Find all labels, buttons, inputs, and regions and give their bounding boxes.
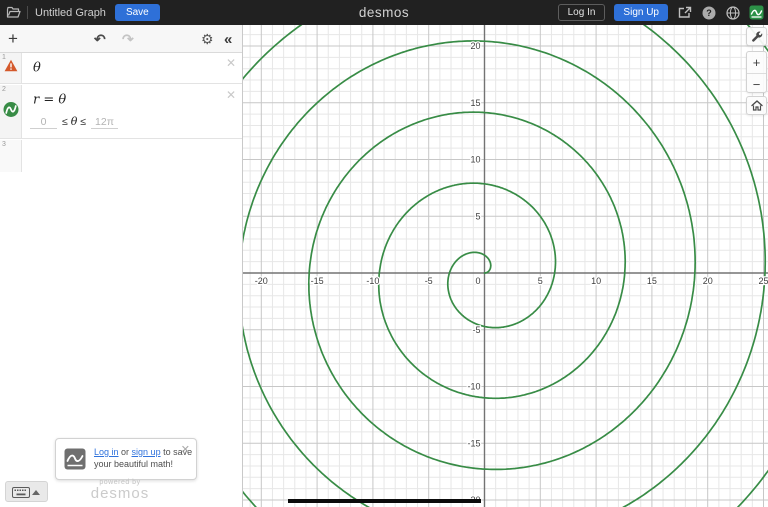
default-zoom-home-button[interactable] [746, 96, 767, 115]
help-icon[interactable]: ? [701, 5, 716, 20]
graph-settings-wrench-button[interactable] [746, 27, 767, 46]
x-axis-label: 25 [758, 276, 768, 286]
domain-relation: ≤ θ ≤ [62, 115, 86, 128]
wrench-icon [751, 31, 762, 42]
open-graph-folder-icon[interactable] [6, 5, 21, 20]
x-axis-label: 15 [647, 276, 657, 286]
y-axis-label: 15 [470, 98, 480, 108]
expression-number: 3 [2, 141, 6, 148]
show-keypad-button[interactable] [5, 481, 48, 502]
polar-domain-editor: 0 ≤ θ ≤ 12π [30, 115, 118, 129]
black-bar [288, 499, 481, 503]
x-axis-label: -5 [425, 276, 433, 286]
keypad-open-triangle-icon [32, 490, 40, 495]
x-axis-label: -15 [311, 276, 324, 286]
x-axis-label: 0 [475, 276, 480, 286]
polar-spiral-curve[interactable] [243, 25, 768, 507]
minor-grid [243, 25, 768, 507]
major-grid [243, 25, 768, 507]
expression-latex[interactable]: r = θ [33, 93, 66, 108]
y-axis-label: 5 [475, 211, 480, 221]
svg-text:?: ? [706, 8, 712, 18]
add-expression-button[interactable]: + [8, 25, 18, 53]
sign-up-button[interactable]: Sign Up [614, 4, 668, 21]
keyboard-icon [12, 487, 30, 498]
zoom-out-button[interactable]: − [747, 73, 766, 94]
expression-gutter-2[interactable]: 2 [0, 85, 22, 138]
login-link[interactable]: Log in [94, 447, 119, 457]
x-axis-label: 10 [591, 276, 601, 286]
y-axis-label: 10 [470, 155, 480, 165]
login-callout: Log in or sign up to save your beautiful… [55, 438, 197, 480]
x-axis-label: -10 [366, 276, 379, 286]
share-icon[interactable] [677, 5, 692, 20]
header-divider [27, 6, 28, 19]
collapse-panel-button[interactable]: « [224, 25, 232, 53]
expression-row-1[interactable]: 1 θ ✕ [0, 53, 242, 84]
y-axis-label: -15 [467, 438, 480, 448]
zoom-controls: + − [746, 51, 767, 93]
top-header-bar: Untitled Graph Save desmos Log In Sign U… [0, 0, 768, 25]
expression-number: 2 [2, 86, 6, 93]
y-axis-label: -5 [472, 325, 480, 335]
x-axis-label: -20 [255, 276, 268, 286]
delete-expression-icon[interactable]: ✕ [226, 57, 236, 69]
expression-gutter-1[interactable]: 1 [0, 53, 22, 83]
x-axis-label: 5 [538, 276, 543, 286]
axes [243, 25, 768, 507]
zoom-in-button[interactable]: + [747, 52, 766, 73]
delete-expression-icon[interactable]: ✕ [226, 89, 236, 101]
graph-paper: -20-15-10-505101520252015105-5-10-15-20 … [243, 25, 768, 507]
graph-canvas[interactable]: -20-15-10-505101520252015105-5-10-15-20 [243, 25, 768, 507]
graph-title: Untitled Graph [35, 6, 106, 19]
home-icon [750, 100, 763, 111]
undo-button[interactable]: ↶ [94, 25, 106, 53]
domain-min-input[interactable]: 0 [30, 116, 57, 129]
powered-by-brand: desmos [90, 485, 150, 502]
desmos-wordmark: desmos [358, 5, 410, 20]
language-globe-icon[interactable] [725, 5, 740, 20]
close-callout-icon[interactable]: ✕ [181, 443, 190, 456]
log-in-button[interactable]: Log In [557, 4, 606, 21]
expression-panel: + ↶ ↷ ⚙ « 1 θ ✕ 2 r = θ 0 ≤ θ ≤ 12π ✕ 3 … [0, 25, 243, 507]
domain-max-input[interactable]: 12π [91, 116, 118, 129]
login-callout-text: Log in or sign up to save your beautiful… [94, 447, 193, 469]
expression-toolbar: + ↶ ↷ ⚙ « [0, 25, 242, 53]
save-button[interactable]: Save [114, 4, 160, 21]
desmos-app-icon[interactable] [749, 5, 764, 20]
edit-list-gear-button[interactable]: ⚙ [201, 25, 214, 53]
polar-curve-style-icon[interactable] [3, 101, 19, 122]
expression-row-2[interactable]: 2 r = θ 0 ≤ θ ≤ 12π ✕ [0, 85, 242, 139]
powered-by-block: powered by desmos [60, 479, 180, 501]
warning-icon[interactable] [4, 59, 18, 77]
redo-button[interactable]: ↷ [122, 25, 134, 53]
signup-link[interactable]: sign up [132, 447, 161, 457]
desmos-app-window: Untitled Graph Save desmos Log In Sign U… [0, 0, 768, 507]
expression-latex[interactable]: θ [33, 61, 41, 76]
x-axis-label: 20 [703, 276, 713, 286]
y-axis-label: 20 [470, 41, 480, 51]
expression-row-3-empty[interactable]: 3 [0, 140, 242, 172]
desmos-gray-logo-icon [64, 448, 86, 475]
y-axis-label: -10 [467, 382, 480, 392]
expression-gutter-3: 3 [0, 140, 22, 172]
